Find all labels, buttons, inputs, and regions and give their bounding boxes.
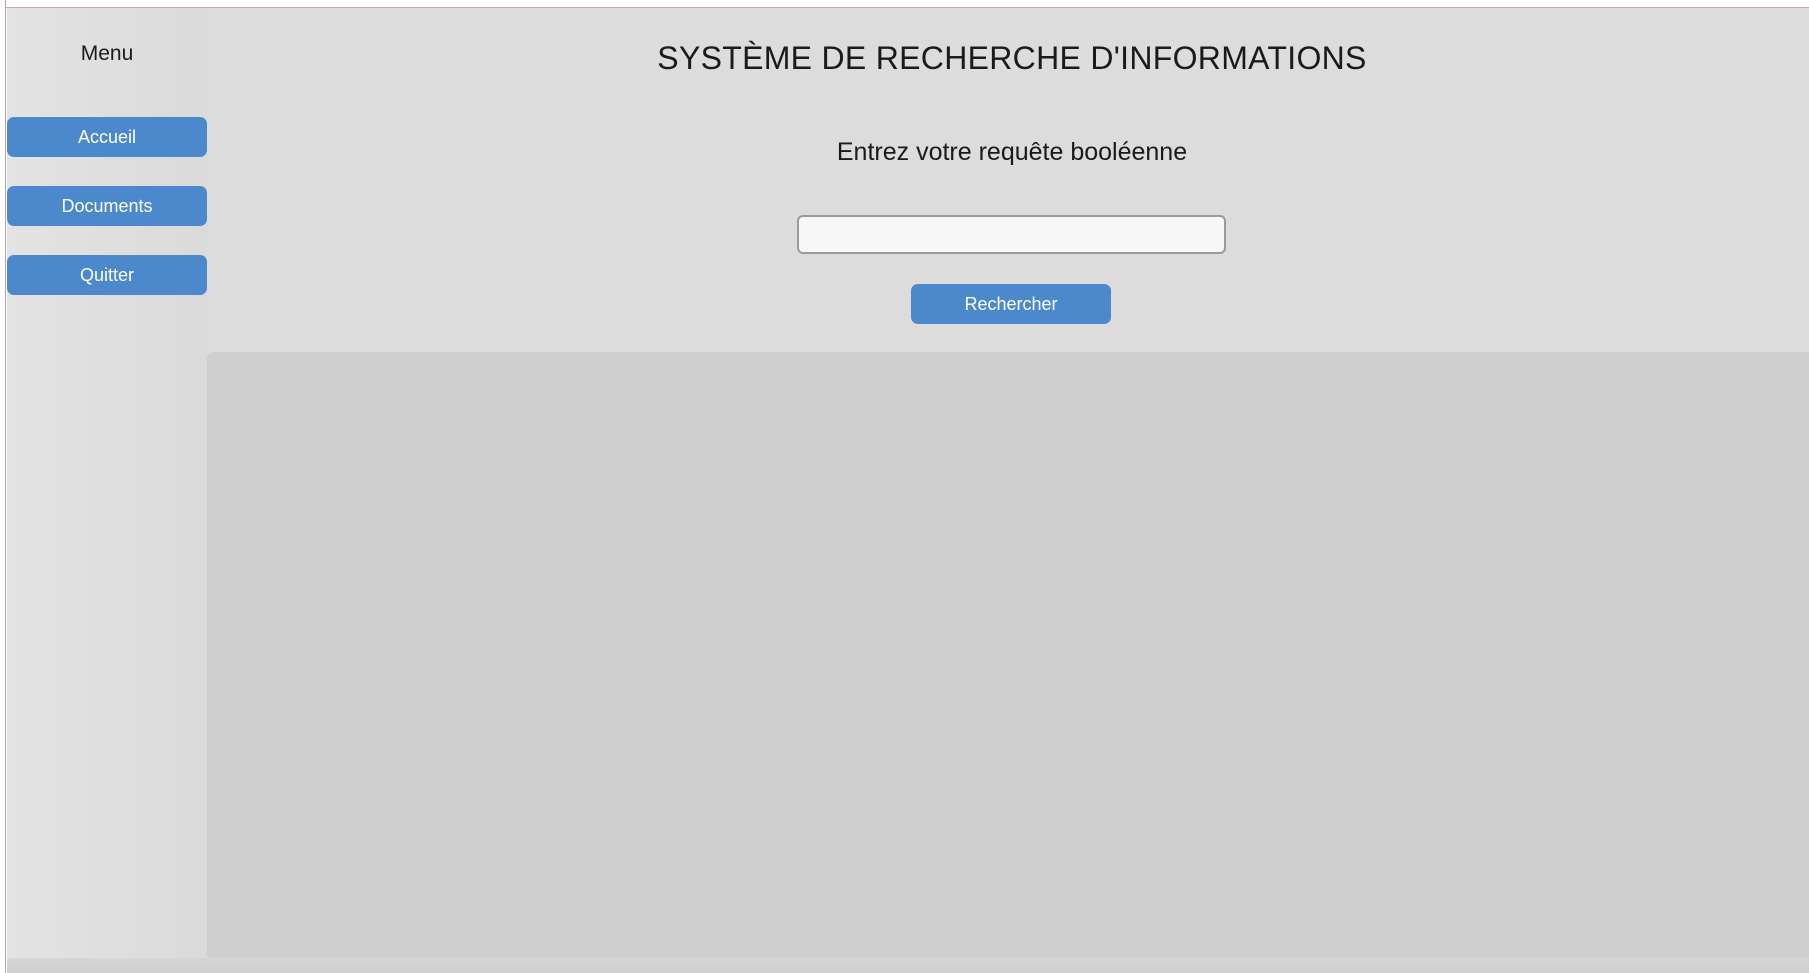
window-bottom-edge bbox=[7, 958, 1809, 973]
sidebar-item-accueil[interactable]: Accueil bbox=[7, 117, 207, 157]
app-root: Menu Accueil Documents Quitter SYSTÈME D… bbox=[0, 0, 1809, 973]
sidebar: Menu Accueil Documents Quitter bbox=[7, 8, 207, 973]
sidebar-item-documents[interactable]: Documents bbox=[7, 186, 207, 226]
window-left-edge bbox=[0, 0, 6, 973]
application-window: Menu Accueil Documents Quitter SYSTÈME D… bbox=[7, 8, 1809, 973]
search-button[interactable]: Rechercher bbox=[911, 284, 1111, 324]
page-title: SYSTÈME DE RECHERCHE D'INFORMATIONS bbox=[657, 40, 1367, 76]
query-input[interactable] bbox=[797, 215, 1226, 254]
window-top-edge bbox=[6, 0, 1809, 8]
sidebar-title: Menu bbox=[80, 42, 134, 65]
results-panel bbox=[207, 352, 1809, 960]
query-label: Entrez votre requête booléenne bbox=[836, 138, 1188, 166]
sidebar-item-quitter[interactable]: Quitter bbox=[7, 255, 207, 295]
